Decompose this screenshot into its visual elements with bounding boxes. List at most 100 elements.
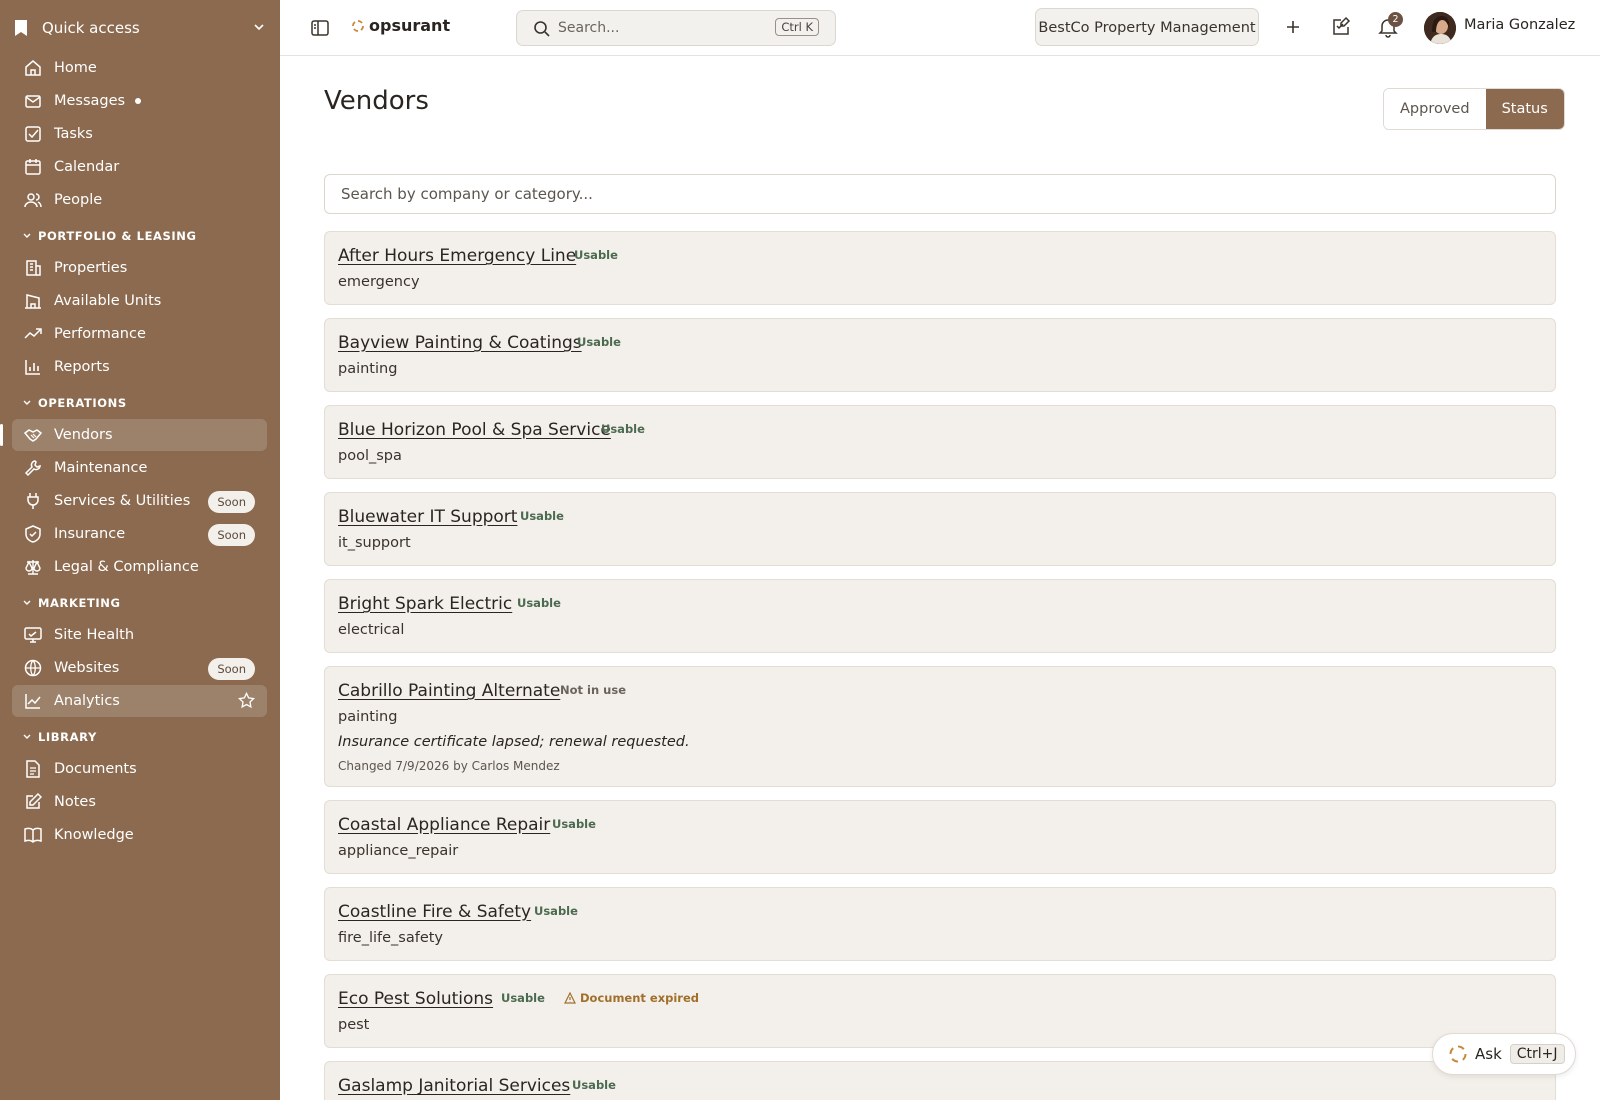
sidebar-item-insurance[interactable]: Insurance Soon <box>12 518 267 550</box>
global-search-input[interactable]: Search... Ctrl K <box>516 10 836 46</box>
section-header-operations[interactable]: OPERATIONS <box>22 396 127 410</box>
sidebar-item-services-utilities[interactable]: Services & Utilities Soon <box>12 485 267 517</box>
soon-badge: Soon <box>208 658 255 680</box>
sidebar-item-label: Websites <box>54 660 120 676</box>
sidebar-item-maintenance[interactable]: Maintenance <box>12 452 267 484</box>
vendor-name-link[interactable]: Bayview Painting & Coatings <box>338 333 582 353</box>
chevron-down-icon <box>23 734 31 739</box>
vendor-category: fire_life_safety <box>338 930 444 946</box>
vendor-name-link[interactable]: Coastline Fire & Safety <box>338 902 531 922</box>
status-badge: Usable <box>534 904 578 918</box>
sidebar-item-notes[interactable]: Notes <box>12 786 267 818</box>
vendor-search-input[interactable]: Search by company or category... <box>324 174 1556 214</box>
section-header-portfolio[interactable]: PORTFOLIO & LEASING <box>22 229 197 243</box>
edit-icon <box>24 793 42 811</box>
trend-icon <box>24 325 42 343</box>
sidebar-item-label: Reports <box>54 359 110 375</box>
brand-logo[interactable]: opsurant <box>352 16 450 35</box>
sidebar-item-vendors[interactable]: Vendors <box>12 419 267 451</box>
view-toggle: Approved Status <box>1383 88 1565 130</box>
user-name[interactable]: Maria Gonzalez <box>1464 17 1575 33</box>
vendor-card: Eco Pest Solutions Usable Document expir… <box>324 974 1556 1048</box>
vendor-name-link[interactable]: Cabrillo Painting Alternate <box>338 681 560 701</box>
vendor-category: painting <box>338 709 398 725</box>
vendor-name-link[interactable]: Gaslamp Janitorial Services <box>338 1076 570 1096</box>
vendor-name-link[interactable]: Bluewater IT Support <box>338 507 517 527</box>
sidebar-item-label: Analytics <box>54 693 120 709</box>
sidebar-item-properties[interactable]: Properties <box>12 252 267 284</box>
sidebar-item-documents[interactable]: Documents <box>12 753 267 785</box>
vendor-name-link[interactable]: Blue Horizon Pool & Spa Service <box>338 420 611 440</box>
sidebar-item-home[interactable]: Home <box>12 52 267 84</box>
vendor-name-link[interactable]: Coastal Appliance Repair <box>338 815 550 835</box>
task-edit-icon[interactable] <box>1330 16 1352 38</box>
vendor-category: painting <box>338 361 398 377</box>
section-title: LIBRARY <box>38 730 97 744</box>
search-shortcut: Ctrl K <box>775 18 819 36</box>
sidebar-item-site-health[interactable]: Site Health <box>12 619 267 651</box>
people-icon <box>24 191 42 209</box>
vendor-card: Gaslamp Janitorial Services Usable <box>324 1061 1556 1100</box>
sidebar-item-available-units[interactable]: Available Units <box>12 285 267 317</box>
soon-badge: Soon <box>208 491 255 513</box>
vendor-name-link[interactable]: After Hours Emergency Line <box>338 246 576 266</box>
vendor-name-link[interactable]: Eco Pest Solutions <box>338 989 493 1009</box>
assistant-icon <box>1449 1045 1467 1063</box>
search-icon <box>534 20 550 37</box>
bookmark-icon <box>15 20 27 36</box>
sidebar-item-label: Knowledge <box>54 827 134 843</box>
sidebar-item-label: Messages <box>54 93 126 109</box>
scales-icon <box>24 558 42 576</box>
sidebar-item-legal-compliance[interactable]: Legal & Compliance <box>12 551 267 583</box>
chevron-down-icon <box>23 233 31 238</box>
status-badge: Usable <box>577 335 621 349</box>
sidebar-item-label: Vendors <box>54 427 113 443</box>
sidebar-item-reports[interactable]: Reports <box>12 351 267 383</box>
vendor-card: Bluewater IT Support Usable it_support <box>324 492 1556 566</box>
ask-assistant-button[interactable]: Ask Ctrl+J <box>1432 1033 1576 1075</box>
vendor-category: electrical <box>338 622 405 638</box>
monitor-icon <box>24 626 42 644</box>
avatar[interactable] <box>1424 12 1456 44</box>
section-header-library[interactable]: LIBRARY <box>22 730 97 744</box>
vendor-card: Coastal Appliance Repair Usable applianc… <box>324 800 1556 874</box>
sidebar-item-people[interactable]: People <box>12 184 267 216</box>
status-badge: Usable <box>520 509 564 523</box>
vendor-name-link[interactable]: Bright Spark Electric <box>338 594 512 614</box>
wrench-icon <box>24 459 42 477</box>
sidebar-item-knowledge[interactable]: Knowledge <box>12 819 267 851</box>
section-header-marketing[interactable]: MARKETING <box>22 596 121 610</box>
sidebar-item-messages[interactable]: Messages <box>12 85 267 117</box>
toggle-status[interactable]: Status <box>1485 89 1564 129</box>
document-icon <box>24 760 42 778</box>
unread-dot <box>135 98 142 104</box>
sidebar-item-label: Insurance <box>54 526 126 542</box>
status-badge: Usable <box>501 991 545 1005</box>
sidebar-item-websites[interactable]: Websites Soon <box>12 652 267 684</box>
sidebar-item-analytics[interactable]: Analytics <box>12 685 267 717</box>
section-title: OPERATIONS <box>38 396 127 410</box>
plug-icon <box>24 492 42 510</box>
chevron-down-icon <box>254 24 264 31</box>
page-title: Vendors <box>324 86 429 116</box>
sidebar-item-label: Notes <box>54 794 96 810</box>
logo-mark-icon <box>352 19 364 32</box>
quick-access-toggle[interactable]: Quick access <box>12 12 270 44</box>
sidebar-item-performance[interactable]: Performance <box>12 318 267 350</box>
vendor-category: emergency <box>338 274 420 290</box>
shield-icon <box>24 525 42 543</box>
vendor-card: Blue Horizon Pool & Spa Service Usable p… <box>324 405 1556 479</box>
sidebar-item-calendar[interactable]: Calendar <box>12 151 267 183</box>
units-icon <box>24 292 42 310</box>
star-icon[interactable] <box>238 692 255 709</box>
sidebar-item-label: Available Units <box>54 293 162 309</box>
plus-icon[interactable] <box>1282 16 1304 38</box>
sidebar-item-tasks[interactable]: Tasks <box>12 118 267 150</box>
vendor-card: After Hours Emergency Line Usable emerge… <box>324 231 1556 305</box>
top-bar: opsurant Search... Ctrl K BestCo Propert… <box>280 0 1600 56</box>
organization-switcher[interactable]: BestCo Property Management <box>1035 8 1259 46</box>
vendor-card: Bayview Painting & Coatings Usable paint… <box>324 318 1556 392</box>
toggle-approved[interactable]: Approved <box>1384 89 1486 129</box>
chevron-down-icon <box>23 600 31 605</box>
sidebar-toggle-icon[interactable] <box>310 18 330 38</box>
